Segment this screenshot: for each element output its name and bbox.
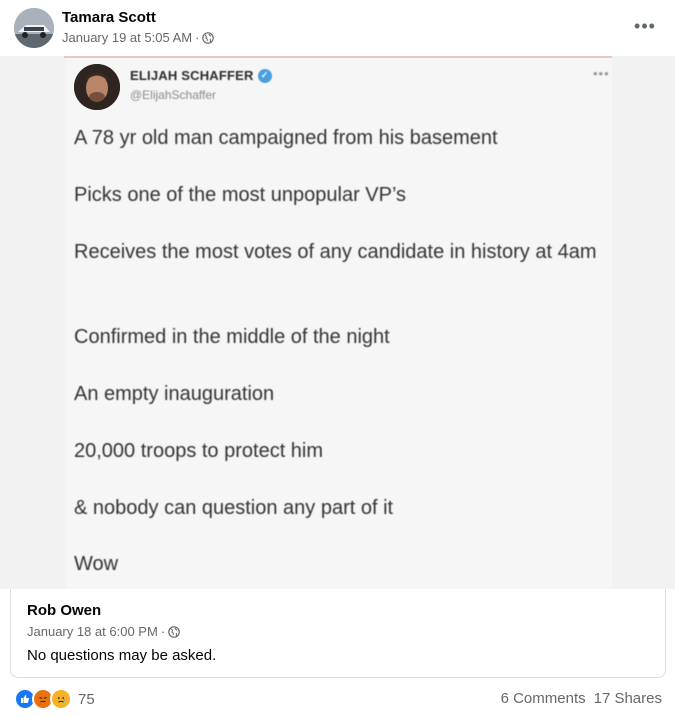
shared-post-box[interactable]: Rob Owen January 18 at 6:00 PM · No ques… — [10, 589, 666, 678]
tweet-line: Receives the most votes of any candidate… — [74, 241, 597, 263]
comments-count-link[interactable]: 6 Comments — [501, 690, 586, 707]
sad-face-icon — [54, 692, 68, 706]
post-options-button[interactable]: ••• — [633, 14, 657, 38]
post-author-name[interactable]: Tamara Scott — [62, 9, 156, 26]
tweet-avatar — [74, 64, 120, 110]
thumbs-up-icon — [21, 695, 30, 703]
post-timestamp[interactable]: January 19 at 5:05 AM — [62, 30, 192, 45]
reactions-summary[interactable]: 75 — [14, 688, 95, 710]
tweet-handle: @ElijahSchaffer — [130, 88, 217, 102]
tweet-author-name: ELIJAH SCHAFFER ✓ — [130, 68, 272, 83]
globe-icon[interactable] — [168, 625, 180, 638]
tweet-author-name-text: ELIJAH SCHAFFER — [130, 68, 254, 83]
post-header: Tamara Scott January 19 at 5:05 AM · ••• — [0, 0, 675, 56]
tweet-top-edge — [64, 56, 612, 58]
more-options-icon: ••• — [634, 16, 656, 36]
meta-separator: · — [195, 30, 200, 45]
engagement-counts: 6 Comments 17 Shares — [501, 690, 662, 707]
post-meta: January 19 at 5:05 AM · — [62, 30, 215, 45]
reaction-count: 75 — [78, 690, 95, 708]
tweet-line: A 78 yr old man campaigned from his base… — [74, 127, 498, 149]
shared-post-author-name[interactable]: Rob Owen — [27, 602, 101, 619]
tweet-avatar-photo-icon — [74, 64, 120, 110]
angry-face-icon — [36, 692, 50, 706]
sad-reaction-icon — [50, 688, 72, 710]
author-avatar[interactable] — [14, 8, 54, 48]
avatar-photo-icon — [14, 8, 54, 48]
globe-icon[interactable] — [202, 31, 215, 44]
tweet-line: Picks one of the most unpopular VP’s — [74, 184, 407, 206]
meta-separator: · — [160, 624, 166, 639]
post-footer: 75 6 Comments 17 Shares — [0, 684, 675, 714]
shared-post-text: No questions may be asked. — [27, 647, 217, 664]
shared-post-timestamp[interactable]: January 18 at 6:00 PM — [27, 624, 158, 639]
shares-count-link[interactable]: 17 Shares — [594, 690, 662, 707]
tweet-line: & nobody can question any part of it — [74, 497, 394, 519]
tweet-line: 20,000 troops to protect him — [74, 440, 324, 462]
shared-post-meta: January 18 at 6:00 PM · — [27, 624, 180, 639]
tweet-more-icon: ••• — [593, 66, 610, 81]
tweet-line: Wow — [74, 553, 119, 575]
verified-badge-icon: ✓ — [257, 68, 272, 83]
tweet-line: An empty inauguration — [74, 383, 275, 405]
shared-tweet-image[interactable]: ELIJAH SCHAFFER ✓ @ElijahSchaffer ••• A … — [0, 56, 675, 589]
tweet-line: Confirmed in the middle of the night — [74, 326, 390, 348]
